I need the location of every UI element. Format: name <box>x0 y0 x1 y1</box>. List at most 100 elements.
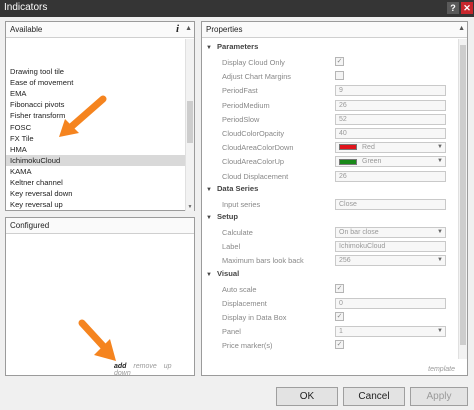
chevron-down-icon[interactable]: ▼ <box>437 228 443 237</box>
help-button[interactable]: ? <box>447 2 459 14</box>
property-value: 256 <box>339 257 351 265</box>
property-row: Adjust Chart Margins <box>202 70 458 84</box>
available-scrollbar[interactable]: ▼ <box>185 39 194 211</box>
chevron-down-icon[interactable]: ▼ <box>437 256 443 265</box>
property-row: CloudAreaColorDown Red ▼ <box>202 141 458 155</box>
indicator-item[interactable]: Ease of movement <box>6 77 186 88</box>
collapse-triangle-icon[interactable]: ▼ <box>206 215 212 221</box>
property-row: CloudColorOpacity 40 <box>202 127 458 141</box>
property-value: Green <box>362 158 382 166</box>
property-dropdown[interactable]: On bar close ▼ <box>335 227 446 238</box>
property-row: Display Cloud Only ✓ <box>202 56 458 70</box>
indicator-item[interactable]: Drawing tool tile <box>6 66 186 77</box>
available-panel: Available i ▲ Drawing tool tile Ease of m… <box>5 21 195 211</box>
property-label: Display in Data Box <box>222 313 287 322</box>
scroll-up-arrow-icon[interactable]: ▲ <box>458 25 465 32</box>
template-link[interactable]: template <box>428 366 455 373</box>
properties-title: Properties <box>206 25 243 34</box>
indicator-item[interactable]: Lin. reg. <box>6 210 186 211</box>
configured-actions: add remove up down <box>114 363 194 377</box>
property-checkbox[interactable]: ✓ <box>335 340 344 350</box>
property-row: Input series Close <box>202 198 458 212</box>
ok-button[interactable]: OK <box>276 387 338 406</box>
apply-button[interactable]: Apply <box>410 387 468 406</box>
property-label: Adjust Chart Margins <box>222 72 292 82</box>
property-dropdown[interactable]: 256 ▼ <box>335 255 446 267</box>
indicator-list: Drawing tool tile Ease of movement EMA Fibo… <box>6 39 186 211</box>
indicator-item[interactable]: Fisher transform <box>6 110 186 121</box>
indicator-item[interactable]: Keltner channel <box>6 177 186 188</box>
color-picker[interactable]: Green ▼ <box>335 156 446 168</box>
properties-panel: Properties ▲ ▼ Parameters Display Cloud On… <box>201 21 468 376</box>
property-label: CloudAreaColorDown <box>222 143 294 153</box>
property-row: PeriodMedium 26 <box>202 99 458 113</box>
property-input[interactable]: 52 <box>335 113 446 125</box>
property-label: Auto scale <box>222 284 257 294</box>
scrollbar-thumb[interactable] <box>460 45 466 345</box>
property-checkbox[interactable]: ✓ <box>335 283 344 293</box>
scrollbar-thumb[interactable] <box>187 101 193 143</box>
property-input[interactable]: 40 <box>335 128 446 139</box>
chevron-down-icon[interactable]: ▼ <box>437 157 443 166</box>
chevron-down-icon[interactable]: ▼ <box>437 143 443 152</box>
collapse-triangle-icon[interactable]: ▼ <box>206 187 212 193</box>
cancel-button[interactable]: Cancel <box>343 387 405 406</box>
configured-panel: Configured add remove up down <box>5 217 195 377</box>
section-header[interactable]: ▼ Data Series <box>206 184 258 193</box>
indicator-item[interactable]: Key reversal down <box>6 188 186 199</box>
property-row: Maximum bars look back 256 ▼ <box>202 254 458 268</box>
property-checkbox[interactable] <box>335 71 344 81</box>
up-link[interactable]: up <box>164 363 172 370</box>
color-swatch <box>339 158 357 165</box>
scroll-up-arrow-icon[interactable]: ▲ <box>185 25 192 32</box>
section-header[interactable]: ▼ Setup <box>206 212 238 221</box>
indicator-item[interactable]: FX Tile <box>6 133 186 144</box>
property-row: Displacement 0 <box>202 297 458 311</box>
section-header[interactable]: ▼ Visual <box>206 269 239 278</box>
remove-link[interactable]: remove <box>133 363 156 370</box>
section-title: Visual <box>216 268 240 278</box>
property-row: Price marker(s) ✓ <box>202 339 458 353</box>
property-input[interactable]: 9 <box>335 85 446 97</box>
property-input[interactable]: 26 <box>335 170 446 182</box>
indicator-item[interactable]: Fibonacci pivots <box>6 99 186 110</box>
properties-scrollbar[interactable] <box>458 39 467 359</box>
indicator-item[interactable]: HMA <box>6 144 186 155</box>
property-label: Label <box>222 242 241 252</box>
section-header[interactable]: ▼ Parameters <box>206 42 258 51</box>
property-input[interactable]: 26 <box>335 99 446 111</box>
indicator-item[interactable]: EMA <box>6 88 186 99</box>
add-link[interactable]: add <box>114 363 126 370</box>
property-value: 1 <box>339 328 343 336</box>
property-input[interactable]: 0 <box>335 297 446 309</box>
properties-grid: ▼ Parameters Display Cloud Only ✓ Adjust Cha… <box>202 39 458 359</box>
property-label: Displacement <box>222 298 267 308</box>
color-picker[interactable]: Red ▼ <box>335 142 446 154</box>
property-label: Panel <box>222 327 241 337</box>
info-icon[interactable]: i <box>176 23 179 35</box>
property-row: Label IchimokuCloud <box>202 240 458 254</box>
down-link[interactable]: down <box>114 370 131 377</box>
indicator-item[interactable]: IchimokuCloud <box>6 154 186 166</box>
collapse-triangle-icon[interactable]: ▼ <box>206 272 212 278</box>
properties-header: Properties ▲ <box>202 22 467 38</box>
close-button[interactable]: ✕ <box>461 2 473 14</box>
available-title: Available <box>10 25 43 34</box>
property-checkbox[interactable]: ✓ <box>335 312 344 321</box>
property-label: Maximum bars look back <box>222 256 304 266</box>
indicator-item[interactable]: KAMA <box>6 166 186 177</box>
chevron-down-icon[interactable]: ▼ <box>437 327 443 336</box>
indicator-item[interactable]: FOSC <box>6 122 186 133</box>
property-row: Cloud Displacement 26 <box>202 170 458 184</box>
indicator-item[interactable]: Key reversal up <box>6 199 186 210</box>
property-label: PeriodFast <box>222 86 258 96</box>
property-row: Auto scale ✓ <box>202 283 458 297</box>
property-input[interactable]: Close <box>335 198 446 210</box>
property-input[interactable]: IchimokuCloud <box>335 241 446 253</box>
property-checkbox[interactable]: ✓ <box>335 57 344 66</box>
configured-header: Configured <box>6 218 194 234</box>
collapse-triangle-icon[interactable]: ▼ <box>206 45 212 51</box>
property-dropdown[interactable]: 1 ▼ <box>335 326 446 338</box>
property-row: CloudAreaColorUp Green ▼ <box>202 155 458 169</box>
scroll-down-arrow-icon[interactable]: ▼ <box>186 204 194 210</box>
